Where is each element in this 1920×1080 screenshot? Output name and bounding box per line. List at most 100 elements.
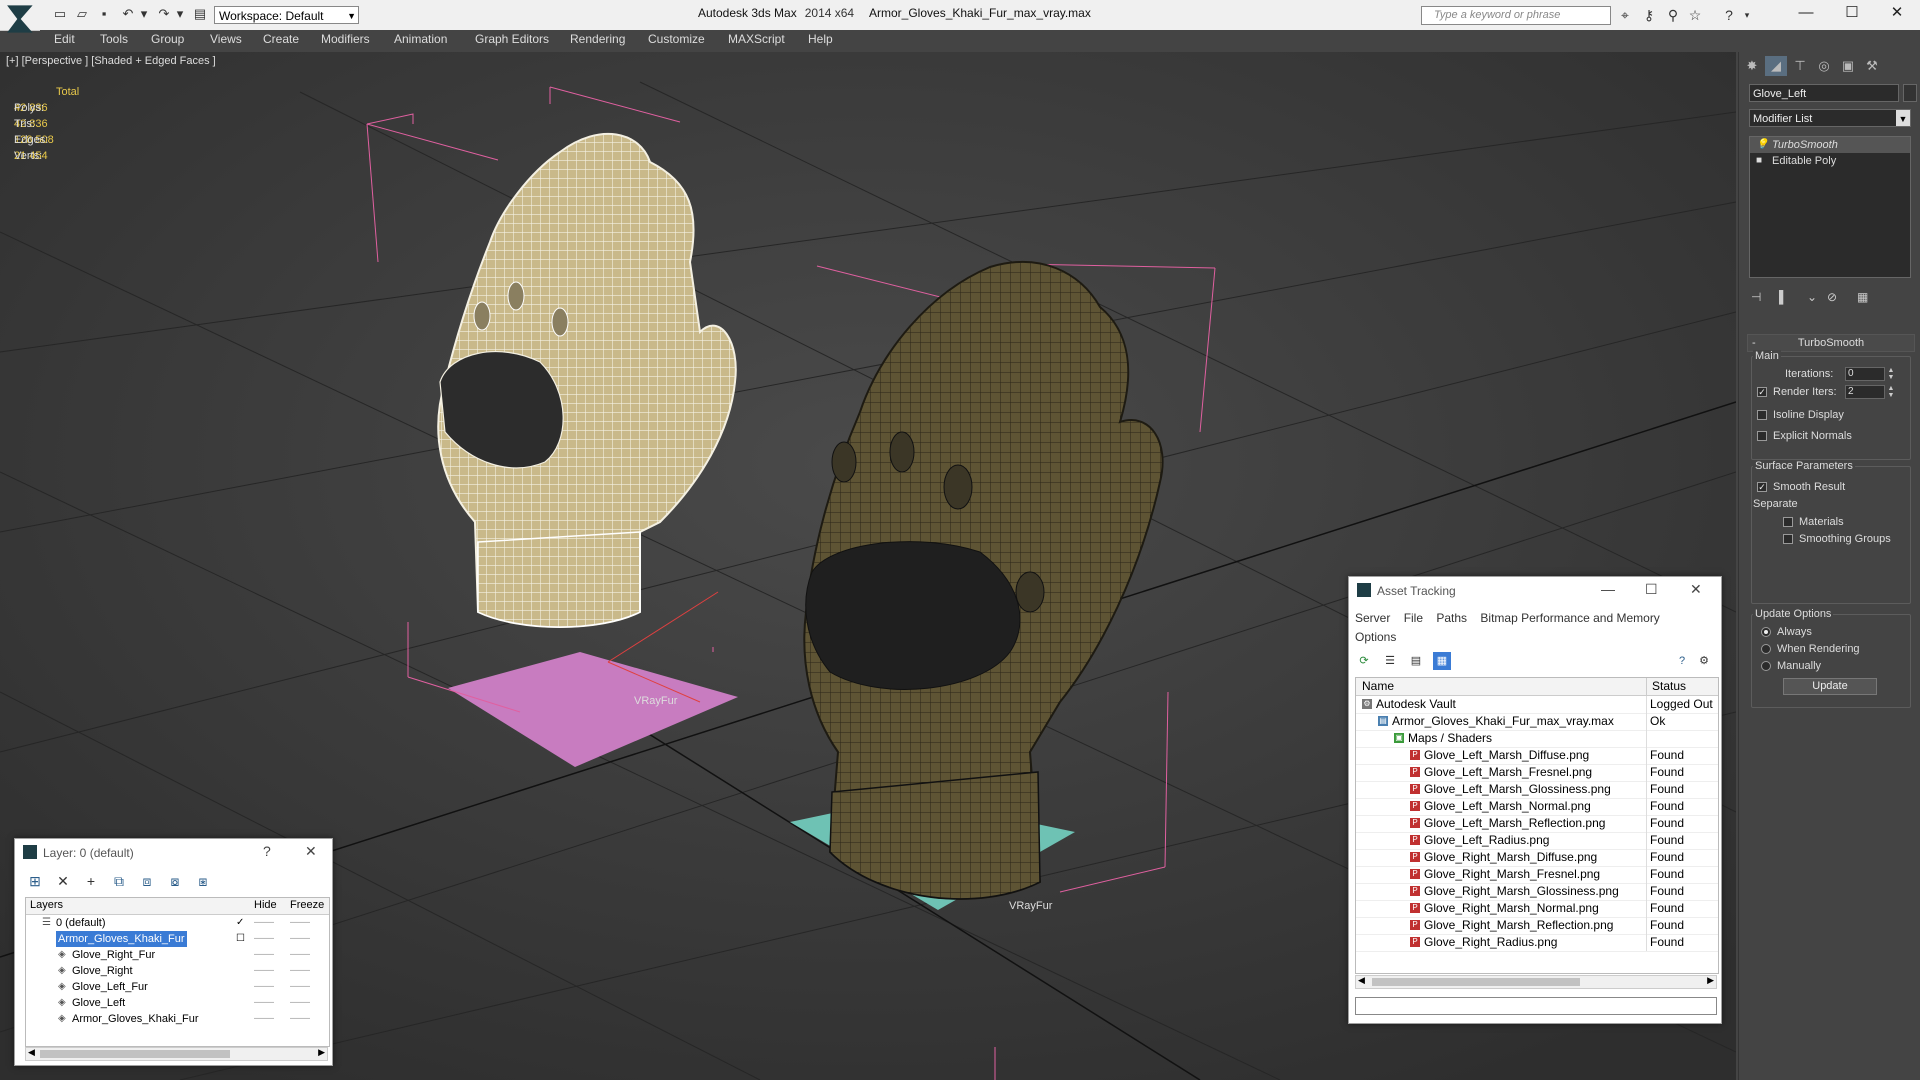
menu-customize[interactable]: Customize [648,32,705,46]
menu-edit[interactable]: Edit [54,32,75,46]
close-icon[interactable]: ✕ [305,843,317,860]
asset-row[interactable]: P Glove_Right_Marsh_Normal.png Found [1356,900,1718,918]
when-rendering-radio[interactable] [1761,644,1771,654]
redo-dropdown-icon[interactable]: ▾ [172,6,188,22]
asset-row[interactable]: P Glove_Right_Radius.png Found [1356,934,1718,952]
app-logo-icon[interactable] [7,5,33,33]
modifier-list-dropdown[interactable]: Modifier List ▼ [1749,109,1911,127]
smooth-result-checkbox[interactable]: ✓ [1757,482,1767,492]
freeze-toggle[interactable]: —— [290,931,310,947]
layer-row[interactable]: ◈ Armor_Gloves_Khaki_Fur —— —— [26,1011,329,1027]
motion-tab-icon[interactable]: ◎ [1813,56,1835,76]
add-to-layer-icon[interactable]: + [81,873,101,889]
help-dropdown-icon[interactable]: ▾ [1738,6,1756,24]
explicit-normals-checkbox[interactable] [1757,431,1767,441]
highlight-layer-icon[interactable]: ⧈ [137,873,157,890]
menu-graph-editors[interactable]: Graph Editors [475,32,549,46]
menu-views[interactable]: Views [210,32,242,46]
menu-maxscript[interactable]: MAXScript [728,32,785,46]
asset-path-field[interactable] [1355,997,1717,1015]
freeze-toggle[interactable]: —— [290,979,310,995]
create-tab-icon[interactable]: ✸ [1741,56,1763,76]
horizontal-scrollbar[interactable]: ◀ ▶ [1355,975,1717,989]
menu-server[interactable]: Server [1355,611,1390,625]
table-view-icon[interactable]: ▦ [1433,652,1451,670]
hierarchy-tab-icon[interactable]: ⊤ [1789,56,1811,76]
hide-toggle[interactable]: —— [254,1011,274,1027]
configure-sets-icon[interactable]: ▦ [1857,290,1868,304]
close-icon[interactable]: ✕ [1690,581,1702,598]
layer-row[interactable]: ◈ Glove_Right —— —— [26,963,329,979]
scroll-left-icon[interactable]: ◀ [1358,975,1365,986]
asset-row[interactable]: P Glove_Left_Marsh_Diffuse.png Found [1356,747,1718,765]
asset-row[interactable]: ▣ Maps / Shaders [1356,730,1718,748]
hide-all-icon[interactable]: ⧇ [165,873,185,890]
subscription-icon[interactable]: ⚷ [1640,6,1658,24]
window-title-bar[interactable]: Asset Tracking — ☐ ✕ [1349,577,1721,605]
active-layer-icon[interactable]: ☐ [236,931,245,947]
help-icon[interactable]: ? [263,843,271,859]
scroll-left-icon[interactable]: ◀ [28,1047,35,1058]
hide-toggle[interactable]: —— [254,915,274,931]
menu-group[interactable]: Group [151,32,184,46]
asset-row[interactable]: P Glove_Right_Marsh_Fresnel.png Found [1356,866,1718,884]
window-title-bar[interactable]: Layer: 0 (default) ? ✕ [15,839,332,867]
asset-row[interactable]: P Glove_Right_Marsh_Reflection.png Found [1356,917,1718,935]
asset-row[interactable]: ⚙ Autodesk Vault Logged Out [1356,696,1718,714]
freeze-toggle[interactable]: —— [290,1011,310,1027]
maximize-icon[interactable]: ☐ [1645,581,1658,598]
column-hide[interactable]: Hide [254,899,277,911]
iterations-spinner[interactable]: 0 [1845,367,1885,381]
project-folder-icon[interactable]: ▤ [192,6,208,22]
asset-row[interactable]: ▤ Armor_Gloves_Khaki_Fur_max_vray.max Ok [1356,713,1718,731]
open-file-icon[interactable]: ▱ [74,6,90,22]
hide-toggle[interactable]: —— [254,947,274,963]
freeze-toggle[interactable]: —— [290,995,310,1011]
workspace-dropdown[interactable]: Workspace: Default ▼ [214,6,359,24]
delete-layer-icon[interactable]: ✕ [53,873,73,890]
favorites-star-icon[interactable]: ☆ [1686,6,1704,24]
freeze-all-icon[interactable]: ⧆ [193,873,213,890]
new-file-icon[interactable]: ▭ [52,6,68,22]
help-icon[interactable]: ? [1673,652,1691,670]
render-iters-checkbox[interactable]: ✓ [1757,387,1767,397]
asset-row[interactable]: P Glove_Left_Marsh_Reflection.png Found [1356,815,1718,833]
communication-icon[interactable]: ⚲ [1664,6,1682,24]
scrollbar-thumb[interactable] [1372,978,1580,986]
column-separator[interactable] [1646,678,1647,695]
show-end-result-icon[interactable]: ▌ [1779,290,1788,304]
layer-row[interactable]: ◈ Glove_Left_Fur —— —— [26,979,329,995]
active-layer-icon[interactable]: ✓ [236,915,244,931]
isoline-display-checkbox[interactable] [1757,410,1767,420]
minimize-icon[interactable]: — [1783,0,1829,28]
asset-row[interactable]: P Glove_Right_Marsh_Diffuse.png Found [1356,849,1718,867]
asset-row[interactable]: P Glove_Left_Marsh_Normal.png Found [1356,798,1718,816]
asset-row[interactable]: P Glove_Right_Marsh_Glossiness.png Found [1356,883,1718,901]
always-radio[interactable] [1761,627,1771,637]
horizontal-scrollbar[interactable]: ◀ ▶ [25,1047,328,1061]
remove-modifier-icon[interactable]: ⊘ [1827,290,1837,304]
hide-toggle[interactable]: —— [254,979,274,995]
menu-file[interactable]: File [1404,611,1423,625]
layer-row[interactable]: ☰ Armor_Gloves_Khaki_Fur ☐ —— —— [26,931,329,947]
settings-icon[interactable]: ⚙ [1695,652,1713,670]
spinner-arrows-icon[interactable]: ▲ ▼ [1887,367,1895,381]
layer-row[interactable]: ☰ 0 (default) ✓ —— —— [26,915,329,931]
layer-row[interactable]: ◈ Glove_Right_Fur —— —— [26,947,329,963]
freeze-toggle[interactable]: —— [290,963,310,979]
menu-animation[interactable]: Animation [394,32,447,46]
thumbnail-view-icon[interactable]: ▤ [1407,652,1425,670]
menu-help[interactable]: Help [808,32,833,46]
hide-toggle[interactable]: —— [254,931,274,947]
scrollbar-thumb[interactable] [40,1050,230,1058]
make-unique-icon[interactable]: ⌄ [1807,290,1817,304]
undo-icon[interactable]: ↶ [120,6,136,22]
viewport-label[interactable]: [+] [Perspective ] [Shaded + Edged Faces… [6,55,216,67]
hide-toggle[interactable]: —— [254,995,274,1011]
close-icon[interactable]: ✕ [1874,0,1920,28]
layer-row[interactable]: ◈ Glove_Left —— —— [26,995,329,1011]
menu-tools[interactable]: Tools [100,32,128,46]
menu-rendering[interactable]: Rendering [570,32,625,46]
freeze-toggle[interactable]: —— [290,947,310,963]
utilities-tab-icon[interactable]: ⚒ [1861,56,1883,76]
